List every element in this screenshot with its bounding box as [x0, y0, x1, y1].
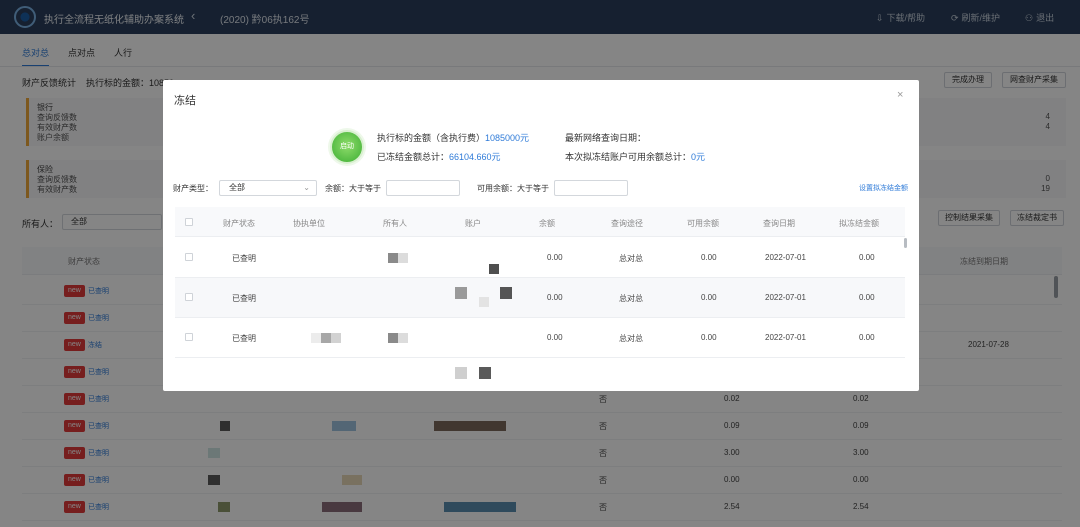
redacted-block [479, 297, 489, 307]
redacted-block [388, 333, 398, 343]
dialog-title: 冻结 [174, 95, 196, 107]
balance-min-input[interactable] [386, 180, 460, 196]
redacted-block [398, 333, 408, 343]
set-freeze-amount-link[interactable]: 设置拟冻结金额 [859, 183, 908, 193]
row-checkbox[interactable] [185, 293, 193, 301]
table-row[interactable]: 已查明 0.00 总对总 0.00 2022-07-01 0.00 [175, 318, 905, 358]
redacted-block [489, 264, 499, 274]
latest-query-date: 最新网络查询日期： [565, 133, 647, 143]
chevron-down-icon: ⌄ [303, 183, 310, 192]
frozen-total: 已冻结金额总计：66104.660元 [377, 152, 501, 162]
balance-min-label: 余额：大于等于 [325, 184, 381, 193]
available-min-label: 可用余额：大于等于 [477, 184, 549, 193]
redacted-block [455, 367, 467, 379]
freezable-total: 本次拟冻结账户可用余额总计：0元 [565, 152, 706, 162]
redacted-block [311, 333, 321, 343]
asset-type-select[interactable]: 全部 ⌄ [219, 180, 317, 196]
redacted-block [455, 287, 467, 299]
row-checkbox[interactable] [185, 253, 193, 261]
redacted-block [321, 333, 331, 343]
row-checkbox[interactable] [185, 333, 193, 341]
target-amount: 执行标的金额（含执行费）1085000元 [377, 133, 530, 143]
redacted-block [331, 333, 341, 343]
redacted-block [388, 253, 398, 263]
freeze-table-header: 财产状态 协执单位 所有人 账户 余额 查询途径 可用余额 查询日期 拟冻结金额 [175, 207, 905, 237]
table-row[interactable] [175, 358, 905, 391]
start-button[interactable]: 启动 [330, 130, 364, 164]
table-row[interactable]: 已查明 0.00 总对总 0.00 2022-07-01 0.00 [175, 238, 905, 278]
redacted-block [479, 367, 491, 379]
select-all-checkbox[interactable] [185, 218, 193, 226]
available-min-input[interactable] [554, 180, 628, 196]
redacted-block [398, 253, 408, 263]
table-row[interactable]: 已查明 0.00 总对总 0.00 2022-07-01 0.00 [175, 278, 905, 318]
asset-type-label: 财产类型： [173, 184, 213, 193]
close-icon[interactable]: × [897, 89, 903, 101]
dialog-table-scrollbar[interactable] [904, 238, 907, 248]
redacted-block [500, 287, 512, 299]
freeze-dialog: 冻结 × 启动 执行标的金额（含执行费）1085000元 已冻结金额总计：661… [163, 80, 919, 391]
